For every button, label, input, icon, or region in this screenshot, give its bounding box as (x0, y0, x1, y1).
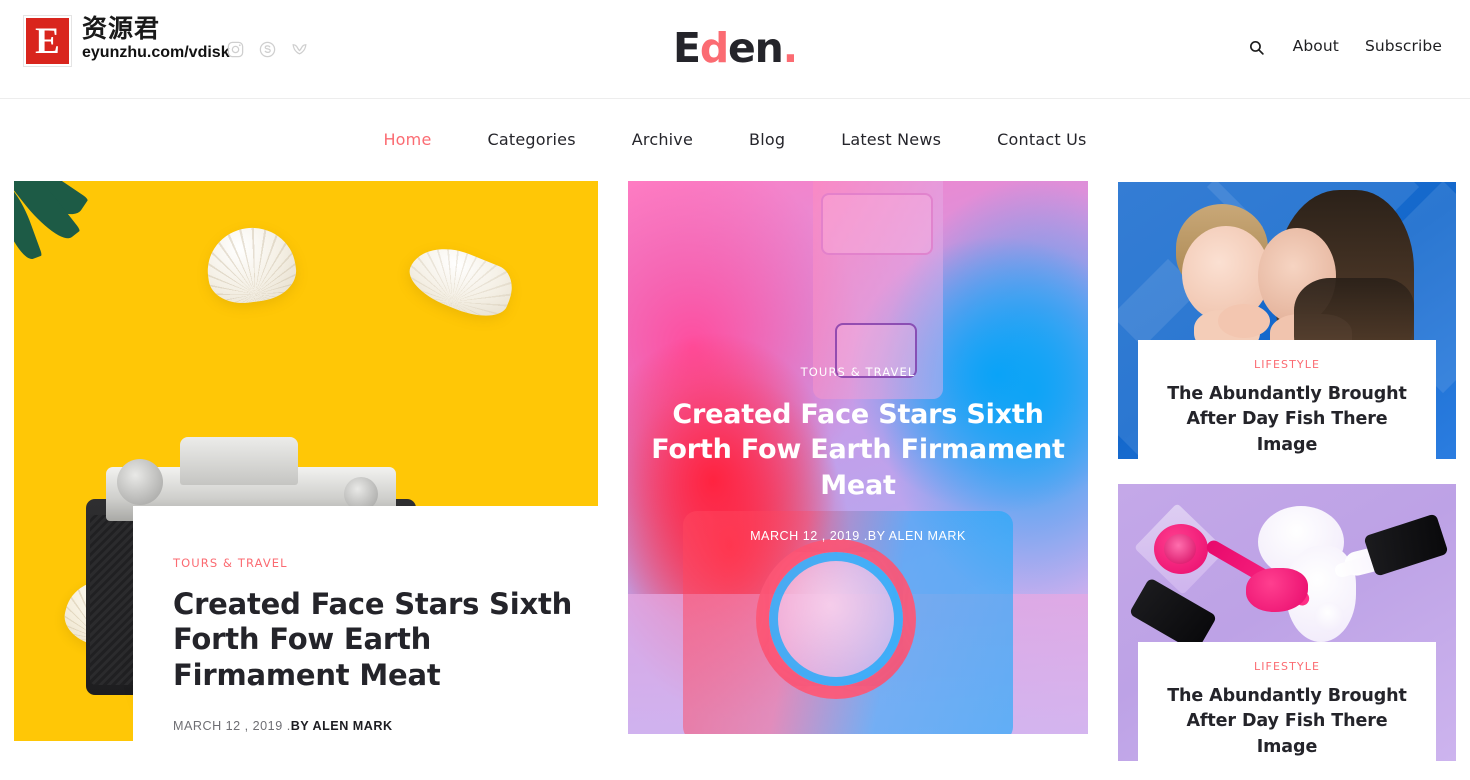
partner-brand-text: 资源君 eyunzhu.com/vdisk (82, 14, 230, 62)
hero-post-card[interactable]: TOURS & TRAVEL Created Face Stars Sixth … (14, 181, 598, 779)
hero-post-text: TOURS & TRAVEL Created Face Stars Sixth … (133, 506, 598, 779)
feature-meta: MARCH 12 , 2019 .BY ALEN MARK (750, 529, 966, 544)
side-post-card-2[interactable]: LIFESTYLE The Abundantly Brought After D… (1118, 484, 1456, 761)
side-category-2[interactable]: LIFESTYLE (1154, 661, 1420, 672)
side-post-text-2: LIFESTYLE The Abundantly Brought After D… (1138, 642, 1436, 761)
site-logo-part-2: d (699, 24, 729, 72)
skype-icon[interactable] (258, 40, 277, 59)
partner-brand-name: 资源君 (82, 14, 161, 43)
partner-brand-url: eyunzhu.com/vdisk (82, 44, 230, 62)
bird-icon[interactable] (290, 40, 309, 59)
main-navigation: Home Categories Archive Blog Latest News… (0, 99, 1470, 181)
header-link-about[interactable]: About (1293, 39, 1339, 55)
feature-post-text: TOURS & TRAVEL Created Face Stars Sixth … (628, 366, 1088, 544)
search-icon[interactable] (1247, 37, 1267, 57)
partner-logo-icon: E (23, 15, 72, 67)
partner-brand[interactable]: E 资源君 eyunzhu.com/vdisk (23, 14, 230, 67)
nav-item-contact-us[interactable]: Contact Us (969, 132, 1114, 148)
nav-item-archive[interactable]: Archive (604, 132, 721, 148)
hero-meta: MARCH 12 , 2019 .BY ALEN MARK (173, 720, 598, 733)
hero-category[interactable]: TOURS & TRAVEL (173, 557, 598, 570)
side-post-column: LIFESTYLE The Abundantly Brought After D… (1118, 181, 1456, 761)
partner-logo-letter: E (35, 20, 60, 62)
side-title-1[interactable]: The Abundantly Brought After Day Fish Th… (1154, 382, 1420, 458)
hero-date: MARCH 12 , 2019 . (173, 719, 291, 734)
side-category-1[interactable]: LIFESTYLE (1154, 359, 1420, 370)
side-post-card-1[interactable]: LIFESTYLE The Abundantly Brought After D… (1118, 182, 1456, 459)
feature-post-card[interactable]: TOURS & TRAVEL Created Face Stars Sixth … (628, 181, 1088, 734)
feature-category[interactable]: TOURS & TRAVEL (650, 366, 1066, 379)
side-title-2[interactable]: The Abundantly Brought After Day Fish Th… (1154, 684, 1420, 760)
hero-title[interactable]: Created Face Stars Sixth Forth Fow Earth… (173, 587, 573, 695)
nav-item-categories[interactable]: Categories (460, 132, 604, 148)
feature-title[interactable]: Created Face Stars Sixth Forth Fow Earth… (650, 397, 1066, 505)
site-logo[interactable]: Eden. (673, 28, 798, 69)
site-logo-part-3: en (727, 24, 784, 72)
header-link-subscribe[interactable]: Subscribe (1365, 39, 1442, 55)
site-logo-part-1: E (673, 24, 701, 72)
side-post-text-1: LIFESTYLE The Abundantly Brought After D… (1138, 340, 1436, 459)
header-utility-nav: About Subscribe (1247, 37, 1442, 57)
post-grid: TOURS & TRAVEL Created Face Stars Sixth … (0, 181, 1470, 779)
hero-author[interactable]: BY ALEN MARK (291, 719, 393, 733)
nav-item-blog[interactable]: Blog (721, 132, 813, 148)
top-bar: E 资源君 eyunzhu.com/vdisk Eden. About Subs… (0, 0, 1470, 99)
nav-item-home[interactable]: Home (355, 132, 459, 148)
social-links (226, 40, 309, 59)
site-logo-part-4: . (782, 24, 799, 72)
instagram-icon[interactable] (226, 40, 245, 59)
nav-item-latest-news[interactable]: Latest News (813, 132, 969, 148)
